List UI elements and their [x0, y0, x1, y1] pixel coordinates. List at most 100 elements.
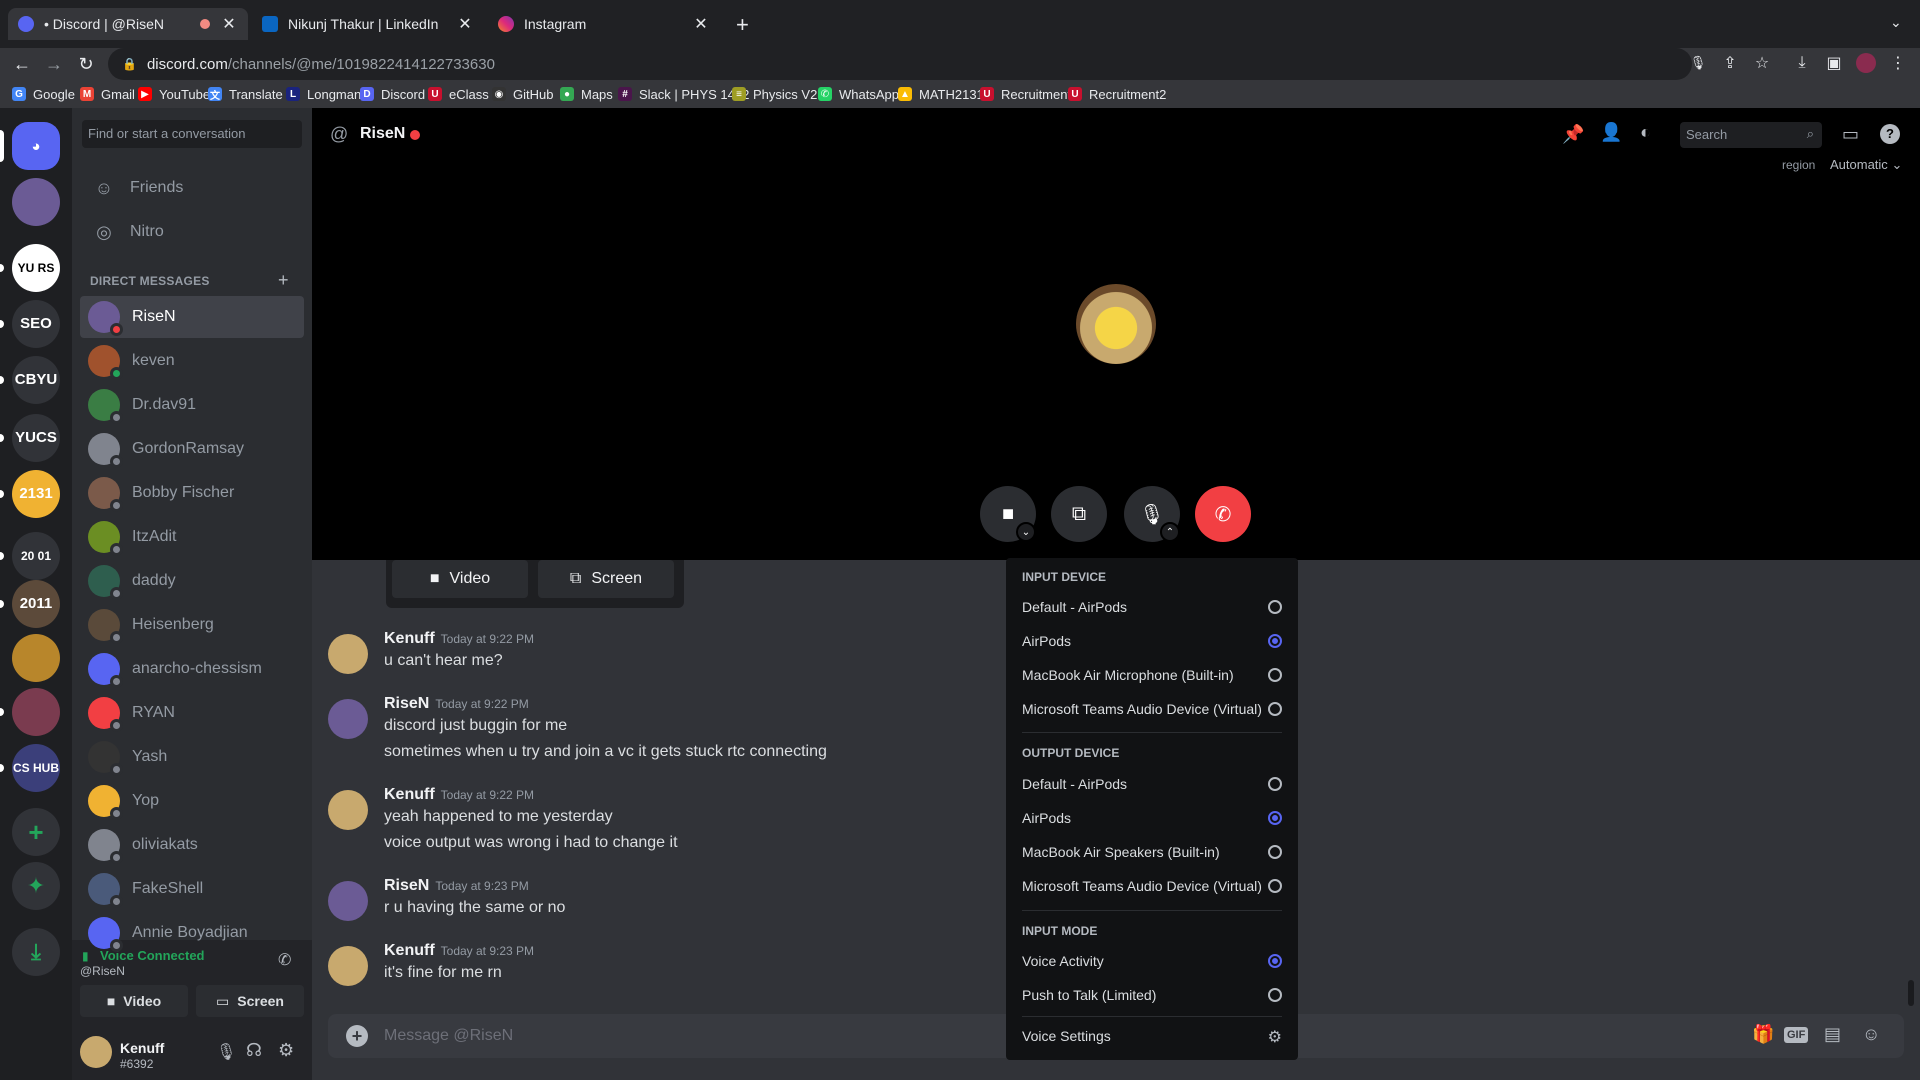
explore-servers-icon[interactable]: ✦	[12, 862, 60, 910]
dm-item[interactable]: oliviakats	[80, 824, 304, 866]
dm-item[interactable]: Dr.dav91	[80, 384, 304, 426]
nav-nitro[interactable]: ◎ Nitro	[80, 211, 304, 253]
download-icon[interactable]: ⤓	[1790, 51, 1814, 75]
radio-button[interactable]	[1268, 634, 1282, 648]
user-settings-gear-icon[interactable]: ⚙	[278, 1040, 294, 1061]
side-panel-icon[interactable]: ▣	[1822, 51, 1846, 75]
dm-item[interactable]: Yash	[80, 736, 304, 778]
audio-options-chevron-icon[interactable]: ⌃	[1160, 522, 1180, 542]
radio-button[interactable]	[1268, 988, 1282, 1002]
tab-linkedin[interactable]: Nikunj Thakur | LinkedIn ✕	[252, 8, 484, 40]
message-author[interactable]: Kenuff Today at 9:23 PM	[384, 942, 534, 960]
disconnect-call-button[interactable]: ✆	[1195, 486, 1251, 542]
bookmark-item[interactable]: D Discord	[360, 84, 425, 104]
nav-friends[interactable]: ☺ Friends	[80, 167, 304, 209]
camera-options-chevron-icon[interactable]: ⌄	[1016, 522, 1036, 542]
add-server-icon[interactable]: +	[12, 808, 60, 856]
voice-screen-button[interactable]: ▭ Screen	[196, 985, 304, 1017]
dm-item[interactable]: keven	[80, 340, 304, 382]
reload-icon[interactable]: ↻	[72, 50, 100, 78]
dm-item[interactable]: RYAN	[80, 692, 304, 734]
help-icon[interactable]: ?	[1880, 124, 1900, 144]
server-icon[interactable]	[12, 634, 60, 682]
bookmark-item[interactable]: 文 Translate	[208, 84, 283, 104]
discord-home-icon[interactable]: ◕	[12, 122, 60, 170]
close-tab-icon[interactable]: ✕	[220, 14, 238, 34]
radio-button[interactable]	[1268, 845, 1282, 859]
dm-item[interactable]: FakeShell	[80, 868, 304, 910]
bookmark-item[interactable]: ▶ YouTube	[138, 84, 210, 104]
server-icon[interactable]: 20 01	[12, 532, 60, 580]
microphone-indicator-icon[interactable]: 🎙	[1686, 51, 1710, 75]
bookmark-star-icon[interactable]: ☆	[1750, 51, 1774, 75]
server-icon[interactable]: YUCS	[12, 414, 60, 462]
radio-button[interactable]	[1268, 668, 1282, 682]
bookmark-item[interactable]: ● Maps	[560, 84, 613, 104]
message-author[interactable]: RiseN Today at 9:23 PM	[384, 877, 529, 895]
server-icon[interactable]	[12, 688, 60, 736]
dm-item[interactable]: daddy	[80, 560, 304, 602]
audio-option[interactable]: Push to Talk (Limited)	[1014, 980, 1290, 1010]
dm-item[interactable]: Yop	[80, 780, 304, 822]
profile-icon[interactable]: ◐	[1640, 122, 1651, 143]
tab-search-icon[interactable]: ⌄	[1890, 14, 1902, 31]
server-icon[interactable]: SEO	[12, 300, 60, 348]
emoji-icon[interactable]: ☺	[1862, 1024, 1880, 1045]
scrollbar-thumb[interactable]	[1908, 980, 1914, 1006]
bookmark-item[interactable]: U Recruitment2	[1068, 84, 1166, 104]
avatar[interactable]	[328, 699, 368, 739]
dm-item[interactable]: RiseN	[80, 296, 304, 338]
create-dm-icon[interactable]: +	[278, 270, 289, 291]
attach-plus-icon[interactable]: +	[346, 1025, 368, 1047]
audio-option[interactable]: Default - AirPods	[1014, 592, 1290, 622]
dm-item[interactable]: Bobby Fischer	[80, 472, 304, 514]
gift-icon[interactable]: 🎁	[1752, 1024, 1774, 1045]
share-icon[interactable]: ⇪	[1718, 51, 1742, 75]
back-icon[interactable]: ←	[8, 50, 36, 78]
mute-mic-icon[interactable]: 🎙	[216, 1042, 236, 1062]
inbox-icon[interactable]: ▭	[1842, 124, 1859, 145]
close-tab-icon[interactable]: ✕	[456, 14, 474, 34]
address-bar[interactable]: 🔒 discord.com /channels/@me/101982241412…	[108, 48, 1692, 80]
forward-icon[interactable]: →	[40, 50, 68, 78]
bookmark-item[interactable]: ▲ MATH2131	[898, 84, 984, 104]
server-icon[interactable]: CBYU	[12, 356, 60, 404]
audio-option[interactable]: Default - AirPods	[1014, 769, 1290, 799]
share-screen-button[interactable]: ⧉	[1051, 486, 1107, 542]
radio-button[interactable]	[1268, 702, 1282, 716]
add-friend-icon[interactable]: 👤	[1600, 122, 1622, 143]
sticker-icon[interactable]: ▤	[1824, 1024, 1841, 1045]
dm-search-input[interactable]: Find or start a conversation	[82, 120, 302, 148]
voice-settings-item[interactable]: Voice Settings ⚙	[1014, 1021, 1290, 1051]
bookmark-item[interactable]: U Recruitment	[980, 84, 1071, 104]
audio-option[interactable]: Microsoft Teams Audio Device (Virtual)	[1014, 871, 1290, 901]
close-tab-icon[interactable]: ✕	[692, 14, 710, 34]
call-screen-button[interactable]: ⧉ Screen	[538, 560, 674, 598]
avatar[interactable]	[328, 881, 368, 921]
server-icon[interactable]	[12, 178, 60, 226]
avatar[interactable]	[328, 946, 368, 986]
bookmark-item[interactable]: # Slack | PHYS 1412	[618, 84, 749, 104]
region-select[interactable]: Automatic ⌄	[1830, 157, 1902, 173]
user-avatar[interactable]	[80, 1036, 112, 1068]
server-icon[interactable]: YU RS	[12, 244, 60, 292]
bookmark-item[interactable]: UeClass	[428, 84, 489, 104]
audio-option[interactable]: Voice Activity	[1014, 946, 1290, 976]
dm-item[interactable]: Heisenberg	[80, 604, 304, 646]
audio-option[interactable]: Microsoft Teams Audio Device (Virtual)	[1014, 694, 1290, 724]
avatar[interactable]	[328, 634, 368, 674]
new-tab-button[interactable]: +	[736, 12, 749, 38]
bookmark-item[interactable]: G Google	[12, 84, 75, 104]
message-input[interactable]: Message @RiseN	[384, 1027, 513, 1045]
avatar[interactable]	[328, 790, 368, 830]
bookmark-item[interactable]: L Longman	[286, 84, 361, 104]
radio-button[interactable]	[1268, 777, 1282, 791]
radio-button[interactable]	[1268, 879, 1282, 893]
headphones-icon[interactable]: ☊	[246, 1040, 262, 1061]
tab-instagram[interactable]: Instagram ✕	[488, 8, 720, 40]
server-icon[interactable]: 2011	[12, 580, 60, 628]
audio-option[interactable]: MacBook Air Microphone (Built-in)	[1014, 660, 1290, 690]
audio-option[interactable]: MacBook Air Speakers (Built-in)	[1014, 837, 1290, 867]
server-icon[interactable]: CS HUB	[12, 744, 60, 792]
voice-video-button[interactable]: ■ Video	[80, 985, 188, 1017]
